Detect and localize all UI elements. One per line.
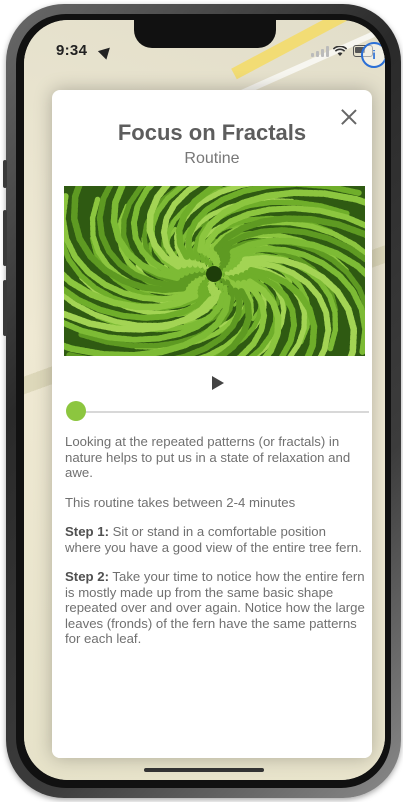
routine-description: Looking at the repeated patterns (or fra… <box>65 434 365 661</box>
phone-screen: 9:34 i Focus on Fractals Routine Looking… <box>24 20 385 780</box>
progress-track[interactable] <box>76 411 369 413</box>
info-icon[interactable]: i <box>361 42 385 68</box>
step-1-label: Step 1: <box>65 524 109 539</box>
volume-up-button <box>3 210 7 266</box>
paragraph-step-2: Step 2: Take your time to notice how the… <box>65 569 365 646</box>
mute-switch <box>3 160 7 188</box>
paragraph-intro: Looking at the repeated patterns (or fra… <box>65 434 351 480</box>
volume-down-button <box>3 280 7 336</box>
paragraph-step-1: Step 1: Sit or stand in a comfortable po… <box>65 524 362 555</box>
fern-center <box>206 266 222 282</box>
modal-subtitle: Routine <box>184 150 240 167</box>
scroll-fade <box>52 698 372 758</box>
location-arrow-icon <box>97 43 115 60</box>
home-indicator[interactable] <box>144 768 264 772</box>
play-icon[interactable] <box>212 376 224 390</box>
progress-thumb[interactable] <box>66 401 86 421</box>
status-time: 9:34 <box>56 42 88 59</box>
step-2-label: Step 2: <box>65 569 109 584</box>
cellular-signal-icon <box>311 46 329 57</box>
modal-title: Focus on Fractals <box>117 120 307 145</box>
routine-modal: Focus on Fractals Routine Looking at the… <box>52 90 372 758</box>
fern-image <box>64 186 365 356</box>
status-bar: 9:34 i <box>24 42 385 68</box>
fern-photo <box>64 186 365 356</box>
wifi-icon <box>332 45 348 57</box>
paragraph-duration: This routine takes between 2-4 minutes <box>65 494 296 510</box>
